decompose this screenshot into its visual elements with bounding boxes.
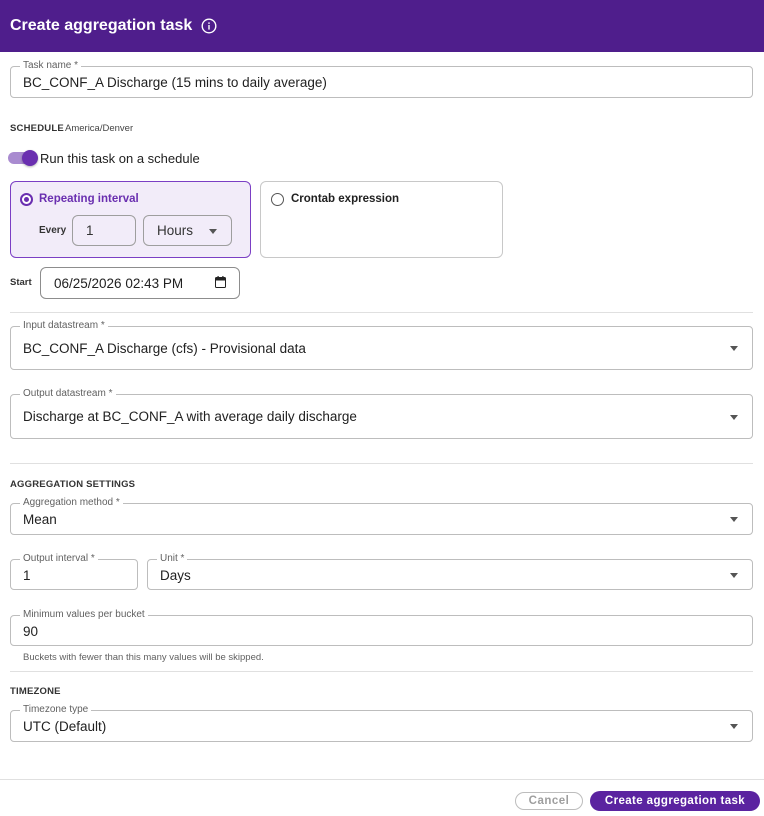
- footer-divider: [0, 779, 764, 780]
- create-aggregation-task-button[interactable]: Create aggregation task: [590, 791, 760, 811]
- schedule-toggle-label: Run this task on a schedule: [40, 151, 200, 166]
- calendar-icon[interactable]: [215, 276, 226, 288]
- chevron-down-icon: [730, 415, 738, 420]
- unit-select[interactable]: Unit * Days: [147, 553, 753, 590]
- repeating-interval-card[interactable]: Repeating interval Every 1 Hours: [10, 181, 251, 258]
- info-icon[interactable]: [201, 18, 217, 34]
- chevron-down-icon: [730, 346, 738, 351]
- aggregation-method-value: Mean: [23, 512, 57, 527]
- output-interval-label: Output interval *: [20, 553, 98, 565]
- chevron-down-icon: [730, 724, 738, 729]
- dialog-title: Create aggregation task: [10, 17, 193, 34]
- input-datastream-value: BC_CONF_A Discharge (cfs) - Provisional …: [23, 341, 306, 356]
- divider-datastreams: [10, 463, 753, 464]
- timezone-type-select[interactable]: Timezone type UTC (Default): [10, 704, 753, 742]
- timezone-type-value: UTC (Default): [23, 719, 107, 734]
- min-values-helper: Buckets with fewer than this many values…: [23, 652, 264, 663]
- unit-value: Days: [160, 568, 191, 583]
- repeating-interval-title: Repeating interval: [39, 193, 139, 205]
- output-datastream-select[interactable]: Output datastream * Discharge at BC_CONF…: [10, 388, 753, 439]
- start-datetime-value: 06/25/2026 02:43 PM: [54, 276, 184, 291]
- aggregation-method-select[interactable]: Aggregation method * Mean: [10, 497, 753, 535]
- chevron-down-icon: [730, 573, 738, 578]
- unit-label: Unit *: [157, 553, 188, 565]
- crontab-expression-title: Crontab expression: [291, 193, 399, 205]
- chevron-down-icon: [730, 517, 738, 522]
- dialog-header: Create aggregation task: [0, 0, 764, 52]
- output-interval-input[interactable]: Output interval * 1: [10, 553, 138, 590]
- cancel-button[interactable]: Cancel: [515, 792, 583, 810]
- output-datastream-value: Discharge at BC_CONF_A with average dail…: [23, 409, 357, 424]
- timezone-type-label: Timezone type: [20, 704, 92, 716]
- divider-aggregation: [10, 671, 753, 672]
- toggle-knob: [22, 150, 38, 166]
- schedule-toggle[interactable]: [8, 150, 38, 166]
- input-datastream-select[interactable]: Input datastream * BC_CONF_A Discharge (…: [10, 320, 753, 370]
- aggregation-section-label: AGGREGATION SETTINGS: [10, 479, 136, 490]
- divider-schedule: [10, 312, 753, 313]
- task-name-field[interactable]: Task name * BC_CONF_A Discharge (15 mins…: [10, 60, 753, 98]
- crontab-expression-radio[interactable]: [271, 193, 284, 206]
- every-label: Every: [39, 225, 67, 236]
- every-value: 1: [86, 223, 94, 238]
- schedule-timezone-note: America/Denver: [65, 123, 134, 134]
- input-datastream-label: Input datastream *: [20, 320, 108, 332]
- aggregation-method-label: Aggregation method *: [20, 497, 123, 509]
- timezone-section-label: TIMEZONE: [10, 686, 61, 697]
- min-values-label: Minimum values per bucket: [20, 609, 148, 621]
- interval-unit-value: Hours: [157, 223, 194, 238]
- task-name-value: BC_CONF_A Discharge (15 mins to daily av…: [23, 75, 327, 90]
- start-datetime-input[interactable]: 06/25/2026 02:43 PM: [40, 267, 240, 299]
- crontab-expression-card[interactable]: Crontab expression: [260, 181, 503, 258]
- schedule-section-label: SCHEDULE: [10, 123, 64, 134]
- repeating-interval-radio[interactable]: [20, 193, 33, 206]
- output-datastream-label: Output datastream *: [20, 388, 116, 400]
- every-input[interactable]: 1: [72, 215, 136, 246]
- output-interval-value: 1: [23, 568, 31, 583]
- interval-unit-select[interactable]: Hours: [143, 215, 232, 246]
- chevron-down-icon: [209, 229, 217, 234]
- start-label: Start: [10, 277, 32, 288]
- min-values-value: 90: [23, 624, 39, 639]
- task-name-label: Task name *: [20, 60, 82, 72]
- min-values-input[interactable]: Minimum values per bucket 90: [10, 609, 753, 646]
